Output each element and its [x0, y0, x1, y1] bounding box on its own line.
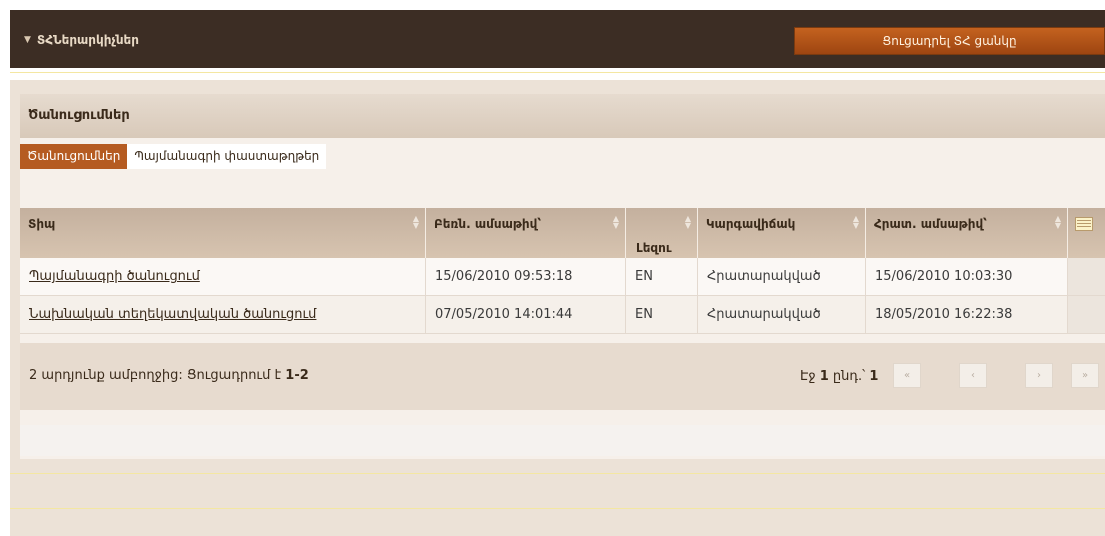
divider	[10, 508, 1105, 509]
upload-date-cell: 07/05/2010 14:01:44	[426, 296, 626, 333]
sort-icon[interactable]: ▲ ▼	[1055, 215, 1061, 230]
page-info: Էջ 1 ընդ.՝ 1	[800, 369, 879, 384]
column-header-language[interactable]: Լեզու ▲ ▼	[626, 208, 698, 258]
divider	[10, 72, 1105, 73]
first-page-button[interactable]: «	[893, 363, 921, 388]
column-header-status[interactable]: Կարգավիճակ ▲ ▼	[698, 208, 866, 258]
notice-type-link[interactable]: Նախնական տեղեկատվական ծանուցում	[29, 307, 316, 322]
status-cell: Հրատարակված	[698, 258, 866, 295]
language-cell: EN	[626, 258, 698, 295]
column-header-type[interactable]: Տիպ ▲ ▼	[20, 208, 426, 258]
sort-icon[interactable]: ▲ ▼	[413, 215, 419, 230]
table-header: Տիպ ▲ ▼ Բեռն. ամսաթիվ՝ ▲ ▼ Լեզու ▲ ▼ Կարգավ…	[20, 208, 1105, 258]
sort-icon[interactable]: ▲ ▼	[685, 215, 691, 230]
tab-bar: Ծանուցումներ Պայմանագրի փաստաթղթեր	[20, 144, 327, 169]
column-picker[interactable]	[1068, 208, 1105, 258]
notice-type-link[interactable]: Պայմանագրի ծանուցում	[29, 269, 200, 284]
tab-contract-documents[interactable]: Պայմանագրի փաստաթղթեր	[127, 144, 327, 169]
column-header-upload-date[interactable]: Բեռն. ամսաթիվ՝ ▲ ▼	[426, 208, 626, 258]
row-spacer	[1068, 258, 1105, 295]
table-columns-icon[interactable]	[1075, 217, 1093, 231]
publish-date-cell: 15/06/2010 10:03:30	[866, 258, 1068, 295]
tab-notices[interactable]: Ծանուցումներ	[20, 144, 128, 169]
main-area: Ծանուցումներ Ծանուցումներ Պայմանագրի փաս…	[10, 80, 1105, 473]
upload-date-cell: 15/06/2010 09:53:18	[426, 258, 626, 295]
show-list-button[interactable]: Ցուցադրել ՏՀ ցանկը	[794, 27, 1105, 55]
section-title[interactable]: ▼ ՏՀՆերարկիչներ	[24, 33, 139, 47]
section-title-label: ՏՀՆերարկիչներ	[36, 33, 139, 47]
results-summary: 2 արդյունք ամբողջից: Ցուցադրում է 1-2	[29, 368, 309, 383]
publish-date-cell: 18/05/2010 16:22:38	[866, 296, 1068, 333]
row-spacer	[1068, 296, 1105, 333]
footer-strip	[20, 425, 1105, 456]
language-cell: EN	[626, 296, 698, 333]
chevron-down-icon[interactable]: ▼	[24, 35, 31, 45]
sort-icon[interactable]: ▲ ▼	[613, 215, 619, 230]
prev-page-button[interactable]: ‹	[959, 363, 987, 388]
notices-panel: Ծանուցումներ Ծանուցումներ Պայմանագրի փաս…	[20, 94, 1105, 459]
notices-table: Տիպ ▲ ▼ Բեռն. ամսաթիվ՝ ▲ ▼ Լեզու ▲ ▼ Կարգավ…	[20, 208, 1105, 334]
bottom-area	[10, 474, 1105, 536]
last-page-button[interactable]: »	[1071, 363, 1099, 388]
column-header-publish-date[interactable]: Հրատ. ամսաթիվ՝ ▲ ▼	[866, 208, 1068, 258]
table-row: Պայմանագրի ծանուցում 15/06/2010 09:53:18…	[20, 258, 1105, 296]
table-row: Նախնական տեղեկատվական ծանուցում 07/05/20…	[20, 296, 1105, 334]
top-bar: ▼ ՏՀՆերարկիչներ Ցուցադրել ՏՀ ցանկը	[10, 10, 1105, 68]
next-page-button[interactable]: ›	[1025, 363, 1053, 388]
panel-title: Ծանուցումներ	[28, 108, 130, 123]
sort-icon[interactable]: ▲ ▼	[853, 215, 859, 230]
status-cell: Հրատարակված	[698, 296, 866, 333]
panel-header: Ծանուցումներ	[20, 94, 1105, 138]
pager-bar: 2 արդյունք ամբողջից: Ցուցադրում է 1-2 Էջ…	[20, 343, 1105, 410]
